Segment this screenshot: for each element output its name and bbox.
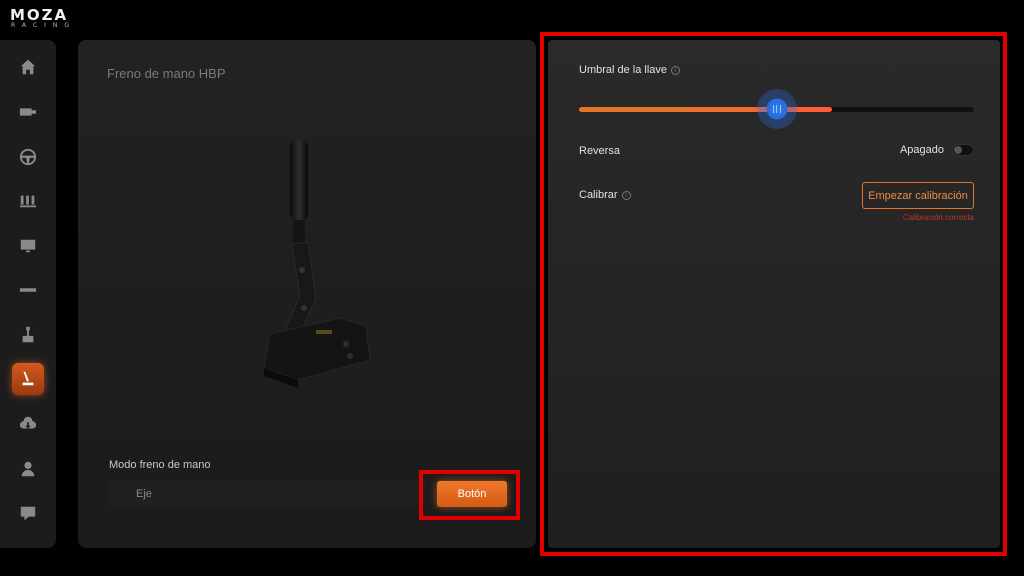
page-title: Freno de mano HBP bbox=[107, 66, 226, 81]
dashboard-icon bbox=[20, 239, 36, 253]
sidebar-item-dashboard[interactable] bbox=[12, 230, 44, 262]
sidebar-item-help[interactable] bbox=[12, 497, 44, 529]
sidebar-item-user[interactable] bbox=[12, 453, 44, 485]
sidebar-item-pedals[interactable] bbox=[12, 185, 44, 217]
home-icon bbox=[20, 59, 36, 75]
user-icon bbox=[21, 461, 35, 477]
cloud-download-icon bbox=[19, 416, 37, 429]
sidebar-item-cloud[interactable] bbox=[12, 408, 44, 440]
led-strip-icon bbox=[19, 288, 37, 292]
handbrake-icon bbox=[22, 371, 34, 386]
brand-sub: RACING bbox=[11, 22, 77, 29]
wheelbase-icon bbox=[19, 108, 37, 116]
sidebar-item-handbrake[interactable] bbox=[12, 363, 44, 395]
highlight-box-button bbox=[419, 470, 520, 520]
sidebar-item-home[interactable] bbox=[12, 51, 44, 83]
pedals-icon bbox=[19, 195, 37, 208]
highlight-box-settings bbox=[540, 32, 1007, 556]
sidebar-item-shifter[interactable] bbox=[12, 319, 44, 351]
sidebar-item-steering-wheel[interactable] bbox=[12, 141, 44, 173]
sidebar-item-led-strip[interactable] bbox=[12, 274, 44, 306]
brand-name: MOZA bbox=[10, 6, 69, 24]
handbrake-product-image bbox=[263, 140, 371, 388]
steering-wheel-icon bbox=[19, 148, 37, 166]
help-icon bbox=[20, 506, 36, 521]
mode-option-axis[interactable]: Eje bbox=[109, 481, 424, 507]
sidebar-item-wheelbase[interactable] bbox=[12, 96, 44, 128]
moza-logo: MOZA RACING bbox=[10, 8, 100, 32]
handbrake-mode-label: Modo freno de mano bbox=[109, 459, 211, 471]
shifter-icon bbox=[22, 326, 34, 343]
sidebar bbox=[0, 40, 56, 548]
